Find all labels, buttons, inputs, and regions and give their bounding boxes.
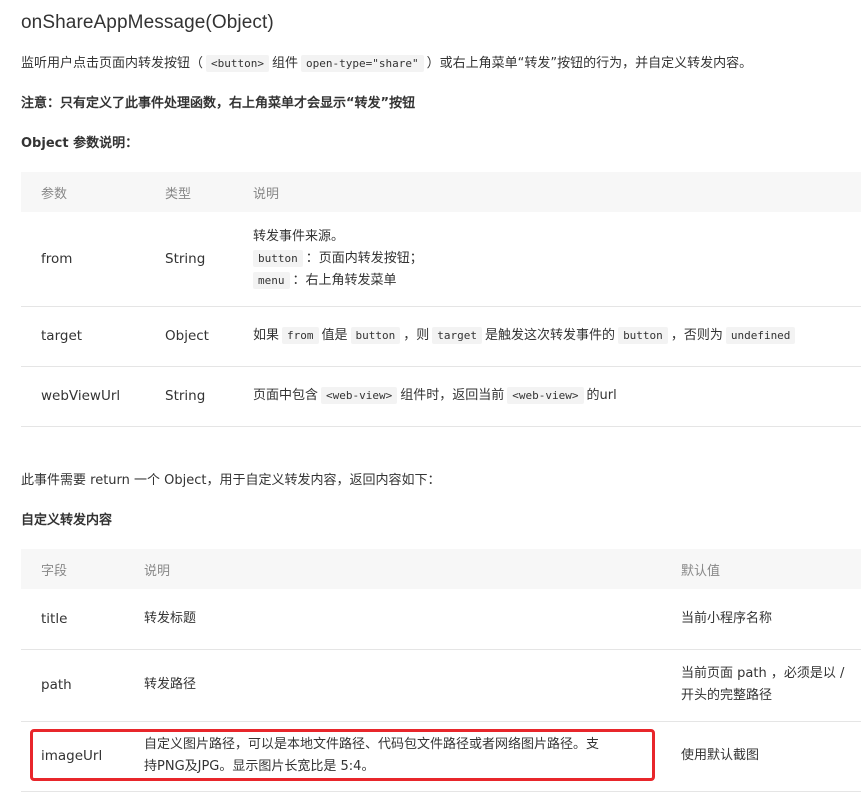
desc-text: ：页面内转发按钮； xyxy=(305,250,423,266)
desc-text: 值是 xyxy=(321,328,348,343)
code-snippet: <web-view> xyxy=(321,387,398,404)
desc-text: ，否则为 xyxy=(670,328,723,343)
code-open-type: open-type="share" xyxy=(301,55,424,72)
table-header-row: 参数 类型 说明 xyxy=(21,172,861,212)
desc-text: 如果 xyxy=(253,328,280,343)
table-header-row: 字段 说明 默认值 xyxy=(21,549,861,589)
page-title: onShareAppMessage(Object) xyxy=(21,12,274,33)
desc-text: ：右上角转发菜单 xyxy=(292,272,397,288)
table-row: from String 转发事件来源。 button ：页面内转发按钮； menu… xyxy=(21,212,861,306)
field-default: 使用默认截图 xyxy=(681,748,760,763)
note-text: 注意：只有定义了此事件处理函数，右上角菜单才会显示“转发”按钮 xyxy=(21,96,416,111)
param-desc: 页面中包含 <web-view> 组件时，返回当前 <web-view> 的url xyxy=(233,366,861,426)
desc-text: 组件时，返回当前 xyxy=(400,388,505,403)
desc-line: button ：页面内转发按钮； xyxy=(253,248,861,270)
field-name: path xyxy=(41,677,72,693)
field-default: 当前小程序名称 xyxy=(681,610,773,626)
params-table: 参数 类型 说明 from String 转发事件来源。 button ：页面内转… xyxy=(21,172,861,427)
param-name: target xyxy=(41,328,83,344)
code-snippet: button xyxy=(618,327,668,344)
field-name: title xyxy=(41,610,68,627)
default-line: 开头的完整路径 xyxy=(681,688,773,703)
return-text: 此事件需要 return 一个 Object，用于自定义转发内容，返回内容如下： xyxy=(21,473,441,488)
document-page: onShareAppMessage(Object) 监听用户点击页面内转发按钮（… xyxy=(0,0,861,810)
field-name: imageUrl xyxy=(41,748,103,764)
param-name: webViewUrl xyxy=(41,388,121,404)
param-type: Object xyxy=(165,328,209,344)
desc-text: 是触发这次转发事件的 xyxy=(485,328,616,343)
desc-line: menu ：右上角转发菜单 xyxy=(253,270,861,292)
code-snippet: from xyxy=(282,327,319,344)
desc-text: ，则 xyxy=(403,328,430,343)
default-line: 当前页面 path ，必须是以 / xyxy=(681,666,845,681)
header-type: 类型 xyxy=(145,172,233,212)
param-desc: 如果 from 值是 button ，则 target 是触发这次转发事件的 button ，否… xyxy=(233,306,861,366)
code-button-tag: <button> xyxy=(206,55,269,72)
param-type: String xyxy=(165,388,206,404)
desc-text-3: ）或右上角菜单“转发”按钮的行为，并自定义转发内容。 xyxy=(426,56,753,71)
object-heading: Object 参数说明： xyxy=(21,136,139,151)
param-desc: 转发事件来源。 button ：页面内转发按钮； menu ：右上角转发菜单 xyxy=(233,212,861,306)
desc-line: 自定义图片路径，可以是本地文件路径、代码包文件路径或者网络图片路径。支 xyxy=(144,737,600,752)
header-desc: 说明 xyxy=(124,549,661,589)
custom-table: 字段 说明 默认值 title 转发标题 当前小程序名称 path 转发路径 当… xyxy=(21,549,861,792)
header-field: 字段 xyxy=(21,549,124,589)
code-snippet: target xyxy=(432,327,483,344)
table-row: title 转发标题 当前小程序名称 xyxy=(21,589,861,649)
code-snippet: menu xyxy=(253,271,290,289)
desc-line: 持PNG及JPG。显示图片长宽比是 5:4。 xyxy=(144,759,375,774)
header-param: 参数 xyxy=(21,172,145,212)
field-desc: 转发标题 xyxy=(144,610,197,626)
header-desc: 说明 xyxy=(233,172,861,212)
code-snippet: button xyxy=(253,249,303,267)
table-row: webViewUrl String 页面中包含 <web-view> 组件时，返回当… xyxy=(21,366,861,426)
description: 监听用户点击页面内转发按钮（ <button> 组件 open-type="share… xyxy=(21,54,752,74)
table-row: path 转发路径 当前页面 path ，必须是以 / 开头的完整路径 xyxy=(21,649,861,721)
table-row: imageUrl 自定义图片路径，可以是本地文件路径、代码包文件路径或者网络图片… xyxy=(21,721,861,791)
code-snippet: undefined xyxy=(725,327,796,344)
custom-heading: 自定义转发内容 xyxy=(21,513,113,528)
desc-text-2: 组件 xyxy=(272,56,299,71)
field-desc: 自定义图片路径，可以是本地文件路径、代码包文件路径或者网络图片路径。支 持PNG… xyxy=(124,721,661,791)
desc-line: 转发事件来源。 xyxy=(253,228,345,244)
field-default: 当前页面 path ，必须是以 / 开头的完整路径 xyxy=(661,649,861,721)
code-snippet: button xyxy=(350,327,401,344)
desc-text: 页面中包含 xyxy=(253,388,319,403)
field-desc: 转发路径 xyxy=(144,677,197,692)
param-type: String xyxy=(165,250,206,267)
desc-text: 的url xyxy=(586,388,617,403)
header-default: 默认值 xyxy=(661,549,861,589)
code-snippet: <web-view> xyxy=(507,387,584,404)
desc-text-1: 监听用户点击页面内转发按钮（ xyxy=(21,56,204,71)
param-name: from xyxy=(41,250,73,267)
table-row: target Object 如果 from 值是 button ，则 target 是触发这… xyxy=(21,306,861,366)
